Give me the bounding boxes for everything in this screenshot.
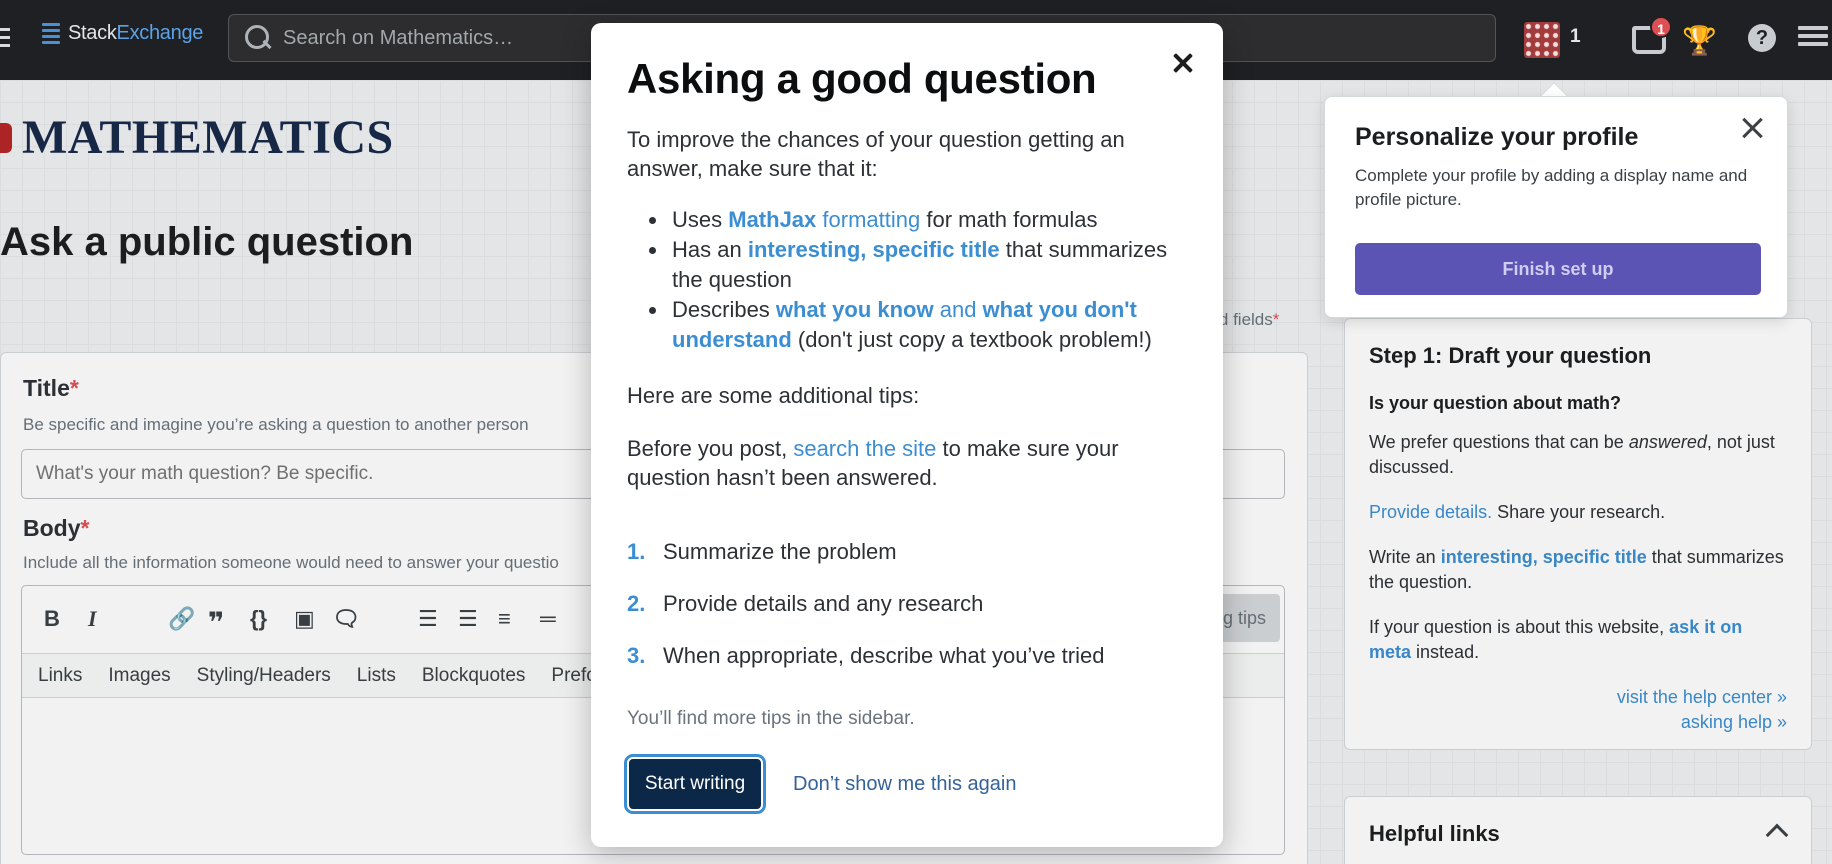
- popover-text: Complete your profile by adding a displa…: [1355, 166, 1748, 209]
- personalize-profile-popover: Personalize your profile Complete your p…: [1324, 96, 1788, 318]
- dont-show-again-button[interactable]: Don’t show me this again: [793, 773, 1016, 796]
- what-you-know-link[interactable]: what you know: [776, 297, 934, 322]
- modal-title: Asking a good question: [627, 55, 1097, 102]
- stackexchange-logo[interactable]: StackExchange: [42, 22, 203, 45]
- search-icon: [243, 23, 273, 53]
- help-icon[interactable]: ?: [1748, 24, 1776, 52]
- search-site-text: Before you post, search the site to make…: [627, 436, 1119, 490]
- hamburger-menu-icon[interactable]: [0, 28, 10, 48]
- sidebar-tips-note: You’ll find more tips in the sidebar.: [627, 708, 915, 729]
- trophy-icon[interactable]: 🏆: [1682, 24, 1717, 57]
- list-item: Uses MathJax formatting for math formula…: [649, 205, 1187, 235]
- logo-text: StackExchange: [68, 22, 204, 44]
- inbox-badge: 1: [1650, 16, 1672, 38]
- list-item: Describes what you know and what you don…: [649, 295, 1187, 355]
- site-switcher-icon[interactable]: [1798, 26, 1828, 50]
- modal-intro: To improve the chances of your question …: [627, 127, 1125, 181]
- modal-actions: Start writing Don’t show me this again: [624, 754, 1016, 814]
- modal-checklist: Uses MathJax formatting for math formula…: [627, 205, 1187, 355]
- step-number: 1.: [627, 539, 646, 564]
- step-number: 2.: [627, 591, 646, 616]
- mathjax-link[interactable]: MathJax: [728, 207, 816, 232]
- asking-good-question-modal: Asking a good question To improve the ch…: [591, 23, 1223, 847]
- search-the-site-link[interactable]: search the site: [793, 436, 936, 461]
- steps-list: 1. Summarize the problem 2. Provide detail…: [627, 526, 1187, 682]
- formatting-link[interactable]: formatting: [816, 207, 920, 232]
- reputation-count: 1: [1570, 26, 1581, 47]
- step-item: 3. When appropriate, describe what you’ve…: [627, 643, 1105, 668]
- step-item: 1. Summarize the problem: [627, 539, 897, 564]
- close-icon[interactable]: [1173, 53, 1193, 73]
- start-writing-button[interactable]: Start writing: [624, 754, 766, 814]
- step-number: 3.: [627, 643, 646, 668]
- popover-title: Personalize your profile: [1355, 123, 1639, 151]
- top-bar-icons: 1 1 🏆 ?: [1524, 16, 1832, 62]
- user-avatar[interactable]: [1524, 22, 1560, 58]
- stackexchange-logo-icon: [42, 22, 60, 45]
- close-icon[interactable]: [1739, 115, 1765, 141]
- finish-set-up-button[interactable]: Finish set up: [1355, 243, 1761, 295]
- specific-title-link[interactable]: interesting, specific title: [748, 237, 1000, 262]
- additional-tips-intro: Here are some additional tips:: [627, 383, 920, 408]
- step-item: 2. Provide details and any research: [627, 591, 984, 616]
- list-item: Has an interesting, specific title that …: [649, 235, 1187, 295]
